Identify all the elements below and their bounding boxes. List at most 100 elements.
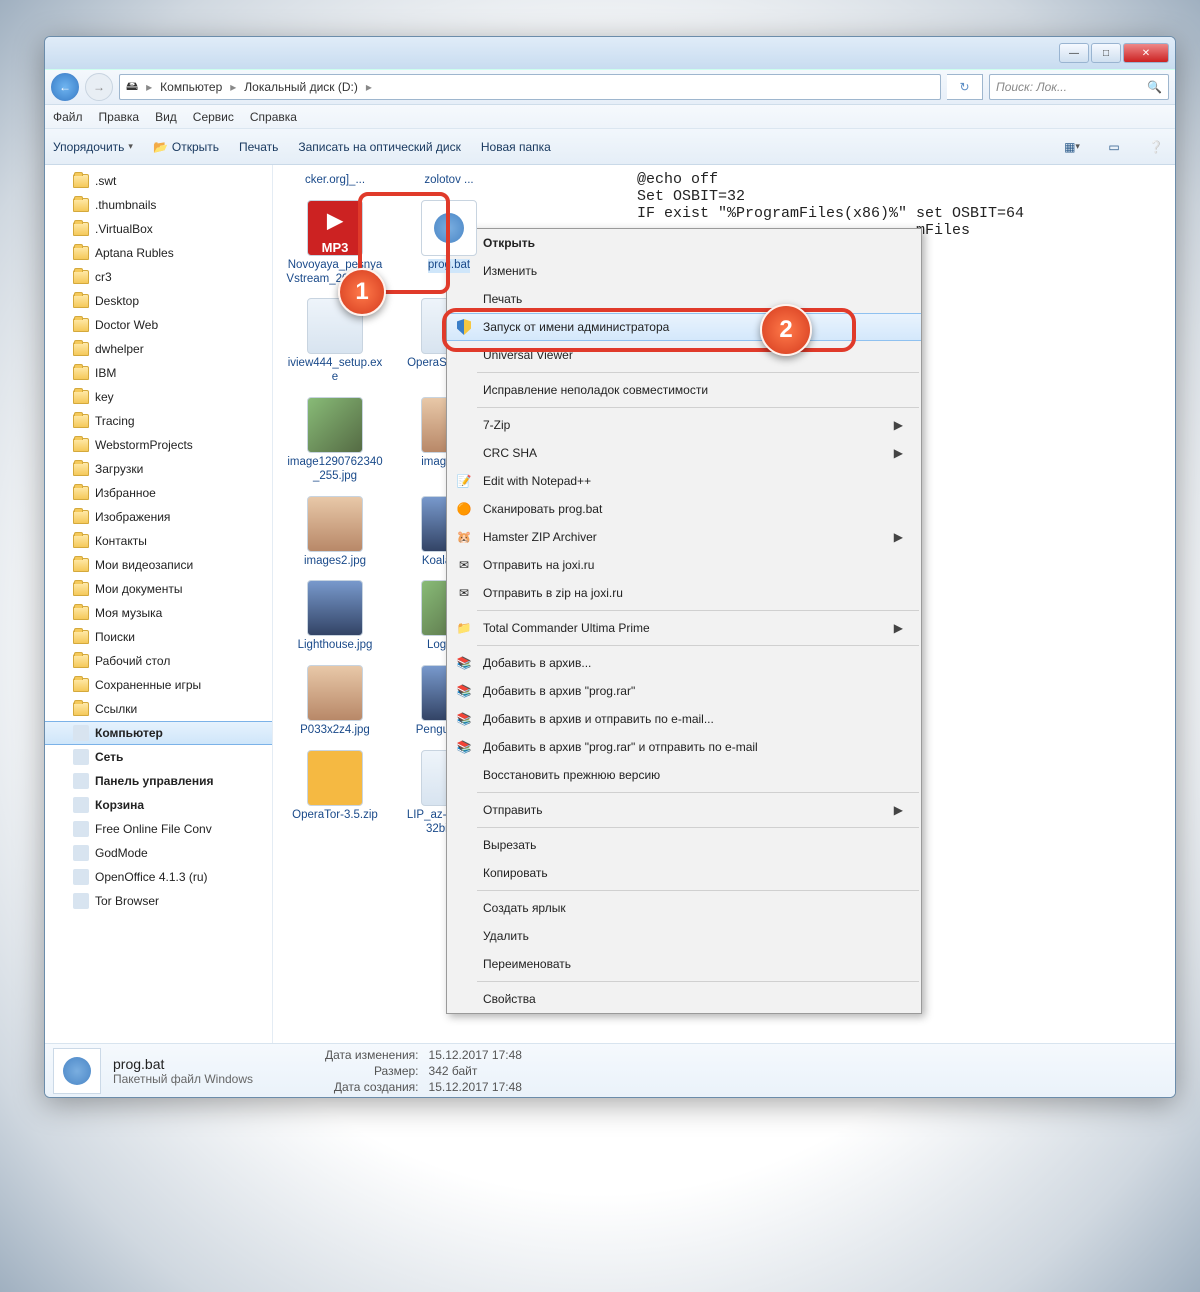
nav-back-button[interactable]: ← [51,73,79,101]
context-menu-item[interactable]: Отправить▶ [447,796,921,824]
view-options-button[interactable]: ▦ [1061,136,1083,158]
tree-item[interactable]: Doctor Web [45,313,272,337]
context-menu-item[interactable]: Переименовать [447,950,921,978]
tree-item[interactable]: Tor Browser [45,889,272,913]
tree-item[interactable]: Компьютер [45,721,272,745]
tree-item[interactable]: Поиски [45,625,272,649]
tree-item[interactable]: Избранное [45,481,272,505]
details-filename: prog.bat [113,1056,253,1072]
maximize-button[interactable]: □ [1091,43,1121,63]
tree-item[interactable]: .thumbnails [45,193,272,217]
item-icon [73,869,89,885]
menu-tools[interactable]: Сервис [193,110,234,124]
tree-item[interactable]: Изображения [45,505,272,529]
file-item[interactable]: OperaTor-3.5.zip [285,750,385,837]
tree-item[interactable]: Панель управления [45,769,272,793]
nav-forward-button[interactable]: → [85,73,113,101]
tree-item[interactable]: Сеть [45,745,272,769]
context-menu-item[interactable]: 🟠Сканировать prog.bat [447,495,921,523]
menu-view[interactable]: Вид [155,110,177,124]
context-menu-item[interactable]: 📚Добавить в архив... [447,649,921,677]
tree-item[interactable]: Корзина [45,793,272,817]
tree-item[interactable]: Загрузки [45,457,272,481]
tree-item[interactable]: Tracing [45,409,272,433]
tree-item[interactable]: Сохраненные игры [45,673,272,697]
file-item[interactable]: zolotov ... [399,171,499,188]
help-button[interactable]: ❔ [1145,136,1167,158]
tree-item[interactable]: Aptana Rubles [45,241,272,265]
context-menu-item[interactable]: Universal Viewer [447,341,921,369]
context-menu-item[interactable]: CRC SHA▶ [447,439,921,467]
context-menu-item[interactable]: Запуск от имени администратора [447,313,921,341]
new-folder-button[interactable]: Новая папка [481,140,551,154]
context-menu-item[interactable]: Копировать [447,859,921,887]
burn-disc-button[interactable]: Записать на оптический диск [298,140,461,154]
context-menu-item[interactable]: Печать [447,285,921,313]
tree-item[interactable]: Мои видеозаписи [45,553,272,577]
file-item[interactable]: P033x2z4.jpg [285,665,385,738]
menu-edit[interactable]: Правка [99,110,140,124]
tree-item[interactable]: Моя музыка [45,601,272,625]
context-menu-item[interactable]: 🐹Hamster ZIP Archiver▶ [447,523,921,551]
context-menu-item[interactable]: 📚Добавить в архив и отправить по e-mail.… [447,705,921,733]
file-item[interactable]: prog.bat [399,200,499,287]
details-created-value: 15.12.2017 17:48 [429,1080,522,1094]
tree-item[interactable]: Мои документы [45,577,272,601]
print-button[interactable]: Печать [239,140,278,154]
context-menu-item[interactable]: Открыть [447,229,921,257]
breadcrumb-drive[interactable]: Локальный диск (D:) [244,80,358,94]
close-button[interactable]: ✕ [1123,43,1169,63]
tree-item[interactable]: cr3 [45,265,272,289]
tree-item[interactable]: .swt [45,169,272,193]
details-created-label: Дата создания: [325,1080,419,1094]
tree-item[interactable]: .VirtualBox [45,217,272,241]
details-file-icon [53,1048,101,1094]
drive-icon: 🖴 [126,77,138,98]
tree-item[interactable]: GodMode [45,841,272,865]
context-menu-item[interactable]: Удалить [447,922,921,950]
context-menu-item[interactable]: ✉Отправить в zip на joxi.ru [447,579,921,607]
tree-item[interactable]: Free Online File Conv [45,817,272,841]
file-item[interactable]: images2.jpg [285,496,385,569]
tree-item[interactable]: Контакты [45,529,272,553]
context-menu-item[interactable]: Изменить [447,257,921,285]
organize-button[interactable]: Упорядочить [53,140,133,154]
tree-item[interactable]: dwhelper [45,337,272,361]
tree-item[interactable]: Desktop [45,289,272,313]
tree-item[interactable]: IBM [45,361,272,385]
context-menu-item[interactable]: Восстановить прежнюю версию [447,761,921,789]
tree-item[interactable]: key [45,385,272,409]
context-menu-item[interactable]: 📝Edit with Notepad++ [447,467,921,495]
context-menu-item[interactable]: Создать ярлык [447,894,921,922]
tree-item[interactable]: WebstormProjects [45,433,272,457]
context-menu[interactable]: ОткрытьИзменитьПечатьЗапуск от имени адм… [446,228,922,1014]
refresh-button[interactable]: ↻ [947,74,983,100]
breadcrumb[interactable]: 🖴 ▸ Компьютер ▸ Локальный диск (D:) ▸ [119,74,941,100]
context-menu-item[interactable]: 📚Добавить в архив "prog.rar" [447,677,921,705]
context-menu-item[interactable]: Исправление неполадок совместимости [447,376,921,404]
minimize-button[interactable]: — [1059,43,1089,63]
context-menu-item[interactable]: 7-Zip▶ [447,411,921,439]
context-menu-item[interactable]: Свойства [447,985,921,1013]
tree-item[interactable]: OpenOffice 4.1.3 (ru) [45,865,272,889]
tree-item-label: .swt [95,174,116,188]
breadcrumb-computer[interactable]: Компьютер [160,80,222,94]
context-menu-item[interactable]: 📁Total Commander Ultima Prime▶ [447,614,921,642]
tree-item[interactable]: Рабочий стол [45,649,272,673]
preview-pane-button[interactable]: ▭ [1103,136,1125,158]
context-menu-item[interactable]: Вырезать [447,831,921,859]
tree-item[interactable]: Ссылки [45,697,272,721]
context-menu-item[interactable]: ✉Отправить на joxi.ru [447,551,921,579]
file-thumbnail: MP3 [307,200,363,256]
menu-file[interactable]: Файл [53,110,83,124]
context-menu-item[interactable]: 📚Добавить в архив "prog.rar" и отправить… [447,733,921,761]
file-item[interactable]: cker.org]_... [285,171,385,188]
file-item[interactable]: Lighthouse.jpg [285,580,385,653]
menu-separator [477,610,919,611]
search-input[interactable]: Поиск: Лок... 🔍 [989,74,1169,100]
open-button[interactable]: 📂Открыть [153,140,219,154]
file-item[interactable]: image1290762340_255.jpg [285,397,385,484]
navigation-tree[interactable]: .swt .thumbnails.VirtualBoxAptana Rublesc… [45,165,273,1043]
menu-help[interactable]: Справка [250,110,297,124]
file-thumbnail [421,200,477,256]
